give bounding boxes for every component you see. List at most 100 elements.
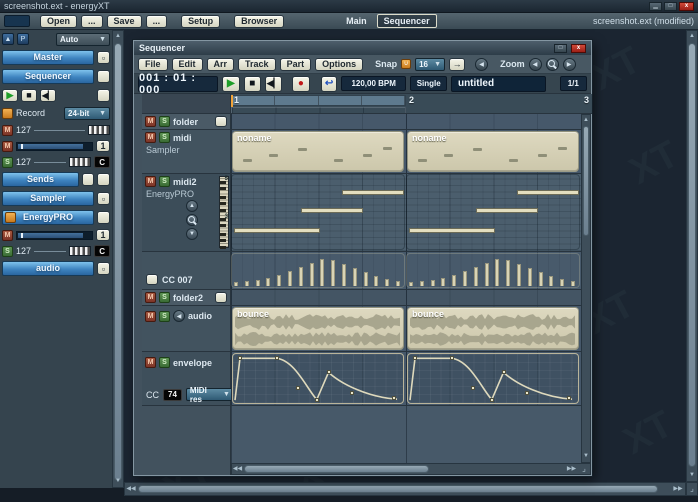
mute-button[interactable]: M [145,116,156,127]
menu-edit[interactable]: Edit [172,58,203,71]
speaker-icon[interactable]: ◀ [173,310,185,322]
track-header-audio[interactable]: MS◀audio [142,306,231,352]
envelope-curve[interactable] [233,354,403,403]
solo-button[interactable]: S [159,132,170,143]
follow-icon[interactable]: → [449,58,465,71]
scrollbar-thumb[interactable] [688,43,696,467]
audio-part[interactable]: bounce [232,307,404,350]
open-more-button[interactable]: ... [81,15,103,28]
mute-button[interactable]: M [145,132,156,143]
solo-button[interactable]: S [159,116,170,127]
scroll-left-icon[interactable]: ◀◀ [233,464,242,474]
pan-slider[interactable] [34,162,66,163]
cc-part[interactable] [406,253,580,288]
note-dash[interactable] [473,148,482,151]
solo-button[interactable]: S [159,176,170,187]
scroll-down-icon[interactable]: ▼ [687,470,697,480]
scroll-down-icon[interactable]: ▼ [186,228,198,240]
menu-options[interactable]: Options [315,58,363,71]
magnet-icon[interactable]: ∪ [401,59,411,69]
timeline-ruler[interactable]: 123 [231,94,592,114]
scroll-left-icon[interactable]: ◀◀ [126,483,136,495]
stop-icon[interactable]: ■ [21,89,37,102]
track-header-midi[interactable]: MSmidi Sampler [142,130,231,174]
track-header-midi2[interactable]: MSmidi2 EnergyPRO ▲ ▼ 5 3 [142,174,231,252]
scroll-right-icon[interactable]: ▶▶ [673,483,683,495]
arrangement-midi-row[interactable]: nonamenoname [231,130,581,174]
mute-button[interactable]: M [2,141,13,152]
channel-number-button[interactable]: 1 [96,140,110,152]
cc-bar[interactable] [266,278,270,286]
midi-part[interactable]: noname [232,131,404,172]
envelope-node[interactable] [525,391,529,395]
menu-file[interactable]: File [138,58,168,71]
sequencer-strip[interactable]: Sequencer [2,69,94,84]
cc-bar[interactable] [517,264,521,286]
scroll-up-icon[interactable]: ▲ [582,115,590,125]
open-button[interactable]: Open [40,15,77,28]
note-dash[interactable] [334,159,343,162]
audio-strip[interactable]: audio [2,261,94,276]
cc-bar[interactable] [396,281,400,286]
envelope-node[interactable] [392,396,396,400]
cc-bar[interactable] [331,260,335,286]
envelope-node[interactable] [502,370,506,374]
cc-bar[interactable] [256,280,260,286]
note-dash[interactable] [509,159,518,162]
cc-bar[interactable] [495,259,499,286]
auto-dropdown[interactable]: Auto▼ [56,33,110,46]
envelope-node[interactable] [350,391,354,395]
cc-bar[interactable] [506,260,510,286]
envelope-node[interactable] [567,396,571,400]
envelope-node[interactable] [413,356,417,360]
cc-lane-button[interactable] [146,274,158,285]
cc-bar[interactable] [299,267,303,286]
mini-keyboard[interactable] [219,176,229,248]
zoom-tool-icon[interactable] [186,214,198,226]
pianoroll-note[interactable] [409,228,495,233]
cc-bar[interactable] [364,272,368,286]
zoom-out-icon[interactable]: ◀ [529,58,542,71]
arrangement-folder2-row[interactable] [231,290,581,306]
envelope-node[interactable] [238,356,242,360]
cc-mode-dropdown[interactable]: MIDI res▼ [186,388,234,401]
envelope-node[interactable] [327,370,331,374]
cc-bar[interactable] [245,281,249,286]
solo-button[interactable]: S [2,246,13,257]
sends-button-1[interactable] [82,173,94,186]
envelope-node[interactable] [315,398,319,402]
cc-bar[interactable] [474,267,478,286]
close-icon[interactable]: x [679,2,694,11]
scroll-down-icon[interactable]: ▼ [582,451,590,461]
cc-bar[interactable] [549,276,553,286]
envelope-part[interactable] [232,353,404,404]
cc-bar[interactable] [420,281,424,286]
bit-depth-dropdown[interactable]: 24-bit▼ [64,107,110,120]
sends-button-2[interactable] [97,173,110,186]
arrangement-envelope-row[interactable] [231,352,581,406]
window-horizontal-scrollbar[interactable]: ◀◀ ▶▶ ⌟ [231,463,591,475]
cc-bar[interactable] [288,271,292,286]
record-icon[interactable] [2,108,13,119]
menu-track[interactable]: Track [238,58,276,71]
mute-button[interactable]: M [145,357,156,368]
scroll-down-icon[interactable]: ▼ [113,476,123,486]
note-dash[interactable] [538,154,547,157]
master-edit-button[interactable]: ▫ [97,51,110,64]
pan-slider[interactable] [34,251,66,252]
pianoroll-part[interactable] [231,174,405,250]
pianoroll-note[interactable] [342,190,404,195]
save-more-button[interactable]: ... [146,15,168,28]
cc-bar[interactable] [374,276,378,286]
track-header-cc007[interactable]: CC 007 [142,252,231,290]
sidebar-scrollbar[interactable]: ▲ ▼ [112,30,124,488]
blank-swatch[interactable] [4,15,30,27]
loop-icon[interactable]: ↩ [321,76,337,92]
scroll-up-icon[interactable]: ▲ [687,31,697,41]
note-dash[interactable] [383,147,392,150]
envelope-node[interactable] [471,386,475,390]
envelope-part[interactable] [407,353,579,404]
song-name-display[interactable]: untitled [451,76,546,92]
note-dash[interactable] [298,148,307,151]
record-icon[interactable]: ● [292,76,309,92]
